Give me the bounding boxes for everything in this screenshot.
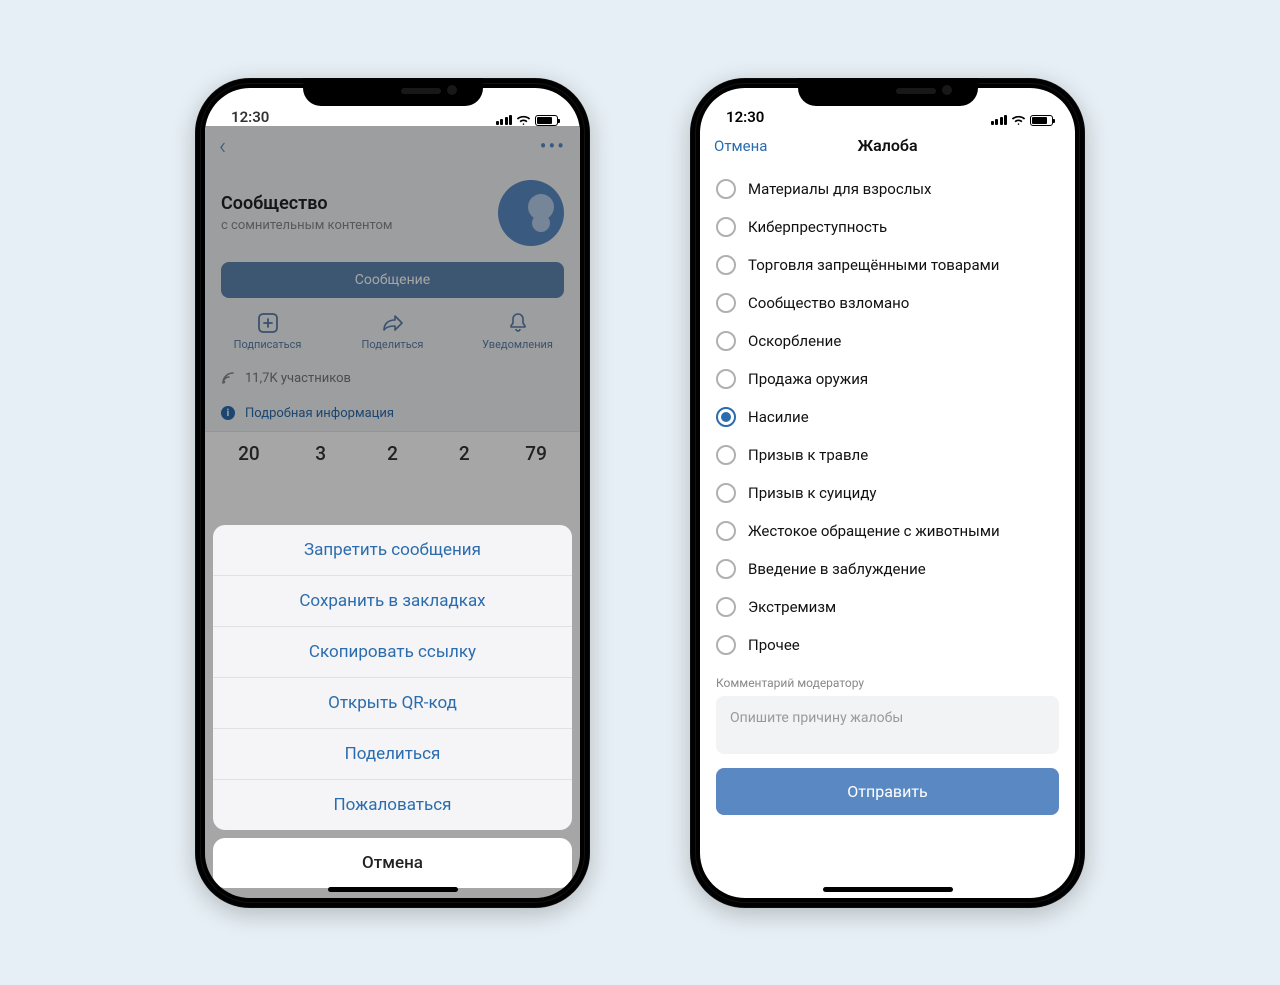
report-option-label: Материалы для взрослых xyxy=(748,180,931,198)
comment-section: Комментарий модератору Опишите причину ж… xyxy=(700,670,1075,754)
report-option-label: Введение в заблуждение xyxy=(748,560,926,578)
report-option[interactable]: Призыв к травле xyxy=(700,436,1075,474)
radio-icon xyxy=(716,255,736,275)
status-icons xyxy=(991,115,1054,126)
action-sheet: Запретить сообщения Сохранить в закладка… xyxy=(213,525,572,888)
radio-icon xyxy=(716,331,736,351)
report-option[interactable]: Материалы для взрослых xyxy=(700,170,1075,208)
report-option-label: Прочее xyxy=(748,636,800,654)
report-option[interactable]: Сообщество взломано xyxy=(700,284,1075,322)
report-option-label: Сообщество взломано xyxy=(748,294,909,312)
notch xyxy=(303,78,483,106)
report-option-label: Призыв к суициду xyxy=(748,484,876,502)
report-option-label: Оскорбление xyxy=(748,332,841,350)
radio-icon xyxy=(716,217,736,237)
sheet-cancel[interactable]: Отмена xyxy=(213,838,572,888)
report-option-label: Насилие xyxy=(748,408,809,426)
sheet-copy-link[interactable]: Скопировать ссылку xyxy=(213,627,572,678)
notch xyxy=(798,78,978,106)
page-title: Жалоба xyxy=(700,136,1075,155)
radio-icon xyxy=(716,635,736,655)
report-option-label: Торговля запрещёнными товарами xyxy=(748,256,999,274)
battery-icon xyxy=(535,115,558,126)
report-option[interactable]: Киберпреступность xyxy=(700,208,1075,246)
phone-right: 12:30 Отмена Жалоба Материалы для взросл… xyxy=(690,78,1085,908)
radio-icon xyxy=(716,369,736,389)
sheet-report[interactable]: Пожаловаться xyxy=(213,780,572,830)
report-option[interactable]: Введение в заблуждение xyxy=(700,550,1075,588)
status-time: 12:30 xyxy=(231,108,269,126)
report-options: Материалы для взрослых Киберпреступность Т… xyxy=(700,166,1075,670)
comment-input[interactable]: Опишите причину жалобы xyxy=(716,696,1059,754)
report-option[interactable]: Насилие xyxy=(700,398,1075,436)
signal-icon xyxy=(991,115,1008,125)
report-option[interactable]: Прочее xyxy=(700,626,1075,664)
comment-label: Комментарий модератору xyxy=(716,676,1059,690)
radio-icon xyxy=(716,521,736,541)
report-option-label: Продажа оружия xyxy=(748,370,868,388)
report-option[interactable]: Оскорбление xyxy=(700,322,1075,360)
home-indicator[interactable] xyxy=(328,887,458,892)
status-icons xyxy=(496,115,559,126)
report-option-label: Призыв к травле xyxy=(748,446,868,464)
status-time: 12:30 xyxy=(726,108,764,126)
radio-icon xyxy=(716,597,736,617)
phone-left: 12:30 ‹ ••• Сообщество с сомнительным ко… xyxy=(195,78,590,908)
radio-icon xyxy=(716,483,736,503)
radio-icon xyxy=(716,445,736,465)
radio-icon xyxy=(716,179,736,199)
wifi-icon xyxy=(1011,115,1026,126)
radio-icon xyxy=(716,407,736,427)
report-option-label: Киберпреступность xyxy=(748,218,887,236)
sheet-share[interactable]: Поделиться xyxy=(213,729,572,780)
battery-icon xyxy=(1030,115,1053,126)
report-option[interactable]: Призыв к суициду xyxy=(700,474,1075,512)
radio-icon xyxy=(716,293,736,313)
sheet-block-messages[interactable]: Запретить сообщения xyxy=(213,525,572,576)
signal-icon xyxy=(496,115,513,125)
screen-right: 12:30 Отмена Жалоба Материалы для взросл… xyxy=(700,88,1075,898)
report-option-label: Жестокое обращение с животными xyxy=(748,522,1000,540)
submit-button[interactable]: Отправить xyxy=(716,768,1059,815)
report-option[interactable]: Экстремизм xyxy=(700,588,1075,626)
report-option[interactable]: Жестокое обращение с животными xyxy=(700,512,1075,550)
report-option-label: Экстремизм xyxy=(748,598,836,616)
wifi-icon xyxy=(516,115,531,126)
nav-bar: Отмена Жалоба xyxy=(700,126,1075,166)
sheet-save-bookmarks[interactable]: Сохранить в закладках xyxy=(213,576,572,627)
sheet-open-qr[interactable]: Открыть QR-код xyxy=(213,678,572,729)
screen-left: 12:30 ‹ ••• Сообщество с сомнительным ко… xyxy=(205,88,580,898)
radio-icon xyxy=(716,559,736,579)
report-option[interactable]: Торговля запрещёнными товарами xyxy=(700,246,1075,284)
home-indicator[interactable] xyxy=(823,887,953,892)
report-option[interactable]: Продажа оружия xyxy=(700,360,1075,398)
